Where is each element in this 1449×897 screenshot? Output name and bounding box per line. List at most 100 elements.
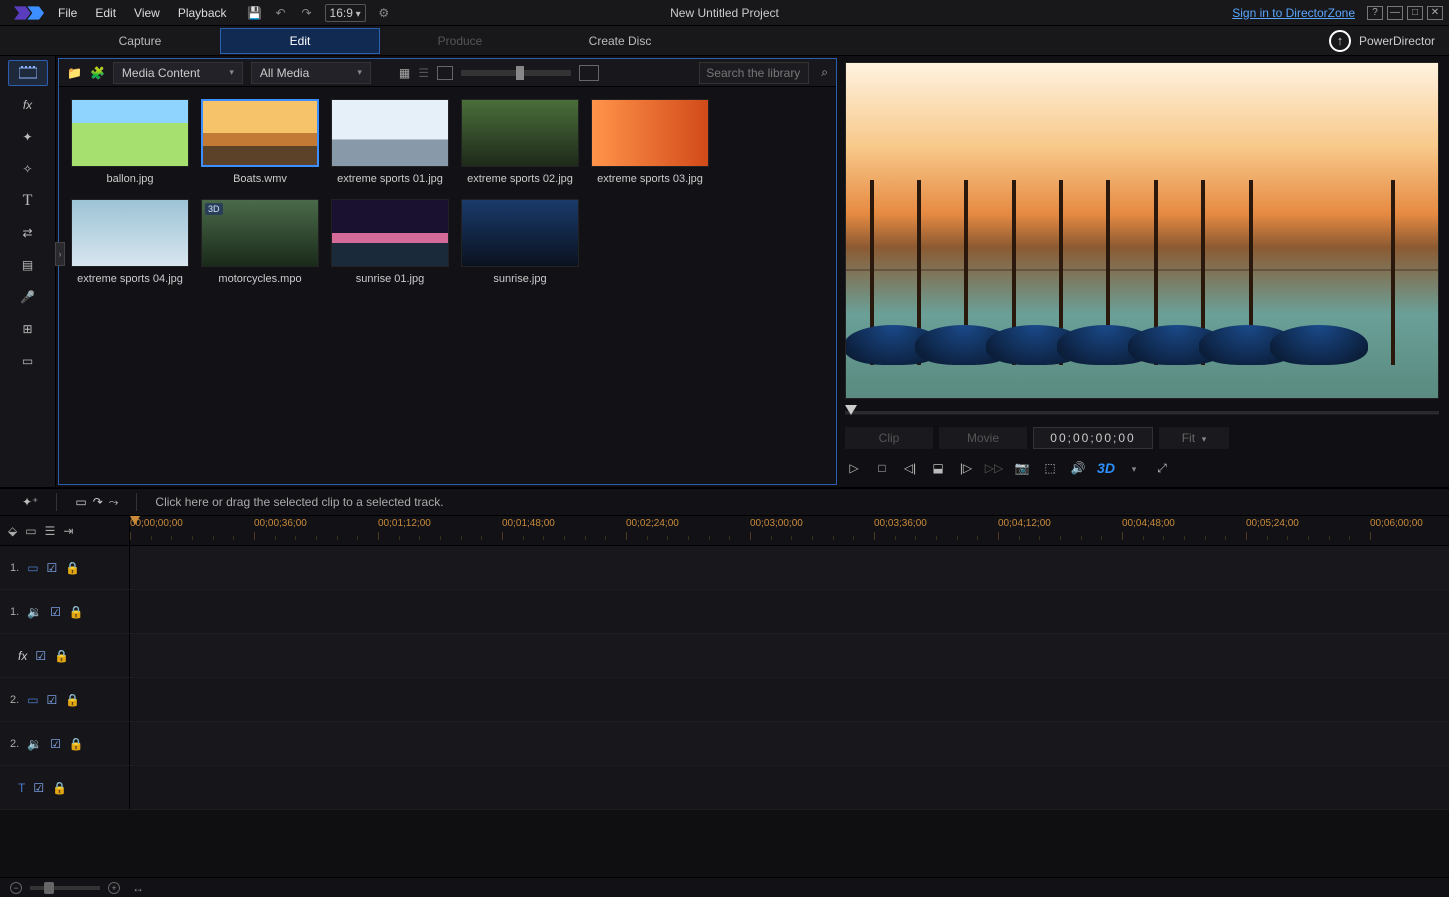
tab-edit[interactable]: Edit <box>220 28 380 54</box>
undock-preview-icon[interactable]: ⤢ <box>1153 459 1171 477</box>
track-lock-icon[interactable]: 🔒 <box>54 649 69 663</box>
redo-icon[interactable]: ↷ <box>299 5 315 21</box>
voiceover-room-icon[interactable]: 🎤 <box>8 284 48 310</box>
track-manager-icon[interactable]: ☰ <box>45 524 56 538</box>
media-clip[interactable]: extreme sports 02.jpg <box>461 99 579 185</box>
preview-canvas[interactable] <box>845 62 1439 399</box>
grid-view-icon[interactable]: ▦ <box>399 66 410 80</box>
tab-capture[interactable]: Capture <box>60 28 220 54</box>
zoom-out-icon[interactable]: − <box>10 882 22 894</box>
track-header[interactable]: 2. 🔉 ☑ 🔒 <box>0 722 130 765</box>
track-lane[interactable] <box>130 678 1449 721</box>
save-icon[interactable]: 💾 <box>247 5 263 21</box>
track-header[interactable]: fx ☑ 🔒 <box>0 634 130 677</box>
timecode-display[interactable]: 00;00;00;00 <box>1033 427 1153 449</box>
particle-room-icon[interactable]: ✧ <box>8 156 48 182</box>
close-icon[interactable]: ✕ <box>1427 6 1443 20</box>
track-lane[interactable] <box>130 546 1449 589</box>
track-header[interactable]: 1. 🔉 ☑ 🔒 <box>0 590 130 633</box>
track-lane[interactable] <box>130 590 1449 633</box>
thumb-small-icon[interactable] <box>437 66 453 80</box>
track-visible-checkbox[interactable]: ☑ <box>50 605 61 619</box>
tab-create-disc[interactable]: Create Disc <box>540 28 700 54</box>
track-visible-checkbox[interactable]: ☑ <box>47 693 58 707</box>
3d-toggle-icon[interactable]: 3D <box>1097 459 1115 477</box>
preview-mode-movie[interactable]: Movie <box>939 427 1027 449</box>
thumb-large-icon[interactable] <box>579 65 599 81</box>
track-visible-checkbox[interactable]: ☑ <box>50 737 61 751</box>
search-input[interactable]: Search the library <box>699 62 809 84</box>
search-icon[interactable]: ⌕ <box>821 65 828 80</box>
media-clip[interactable]: extreme sports 04.jpg <box>71 199 189 285</box>
signin-link[interactable]: Sign in to DirectorZone <box>1232 6 1355 20</box>
media-clip[interactable]: sunrise.jpg <box>461 199 579 285</box>
drag-hint[interactable]: Click here or drag the selected clip to … <box>155 495 443 509</box>
track-visible-checkbox[interactable]: ☑ <box>33 781 44 795</box>
stop-icon[interactable]: □ <box>873 459 891 477</box>
overwrite-mode-icon[interactable]: ↷ <box>93 495 103 509</box>
media-clip[interactable]: extreme sports 01.jpg <box>331 99 449 185</box>
track-lane[interactable] <box>130 766 1449 809</box>
track-lock-icon[interactable]: 🔒 <box>65 693 80 707</box>
play-icon[interactable]: ▷ <box>845 459 863 477</box>
transition-room-icon[interactable]: ⇄ <box>8 220 48 246</box>
fast-forward-icon[interactable]: ▷▷ <box>985 459 1003 477</box>
media-clip[interactable]: ballon.jpg <box>71 99 189 185</box>
media-clip[interactable]: sunrise 01.jpg <box>331 199 449 285</box>
plugin-icon[interactable]: 🧩 <box>90 66 105 80</box>
import-icon[interactable]: 📁 <box>67 66 82 80</box>
media-clip[interactable]: extreme sports 03.jpg <box>591 99 709 185</box>
minimize-icon[interactable]: — <box>1387 6 1403 20</box>
maximize-icon[interactable]: □ <box>1407 6 1423 20</box>
track-visible-checkbox[interactable]: ☑ <box>47 561 58 575</box>
track-lock-icon[interactable]: 🔒 <box>65 561 80 575</box>
menu-playback[interactable]: Playback <box>178 6 227 20</box>
track-visible-checkbox[interactable]: ☑ <box>35 649 46 663</box>
menu-edit[interactable]: Edit <box>95 6 116 20</box>
media-room-icon[interactable] <box>8 60 48 86</box>
zoom-in-icon[interactable]: + <box>108 882 120 894</box>
menu-icon[interactable]: ☰ <box>418 66 429 80</box>
next-frame-icon[interactable]: |▷ <box>957 459 975 477</box>
aspect-ratio-toggle[interactable]: 16:9 ▾ <box>325 4 366 22</box>
timeline-marker-icon[interactable]: ⬙ <box>8 524 17 538</box>
zoom-slider[interactable] <box>30 886 100 890</box>
track-lock-icon[interactable]: 🔒 <box>52 781 67 795</box>
title-room-icon[interactable]: T <box>8 188 48 214</box>
step-icon[interactable]: ⬓ <box>929 459 947 477</box>
track-header[interactable]: 2. ▭ ☑ 🔒 <box>0 678 130 721</box>
subtitle-room-icon[interactable]: ▭ <box>8 348 48 374</box>
insert-mode-icon[interactable]: ▭ <box>75 495 86 509</box>
volume-icon[interactable]: 🔊 <box>1069 459 1087 477</box>
snap-icon[interactable]: ⇥ <box>63 524 73 538</box>
help-icon[interactable]: ? <box>1367 6 1383 20</box>
undo-icon[interactable]: ↶ <box>273 5 289 21</box>
media-clip[interactable]: Boats.wmv <box>201 99 319 185</box>
pip-room-icon[interactable]: ✦ <box>8 124 48 150</box>
library-category-dropdown[interactable]: Media Content▾ <box>113 62 243 84</box>
track-header[interactable]: 1. ▭ ☑ 🔒 <box>0 546 130 589</box>
preview-options-icon[interactable] <box>1125 459 1143 477</box>
chapter-room-icon[interactable]: ⊞ <box>8 316 48 342</box>
library-filter-dropdown[interactable]: All Media▾ <box>251 62 371 84</box>
preview-scrubber[interactable] <box>845 405 1439 421</box>
track-lane[interactable] <box>130 634 1449 677</box>
audio-mixing-room-icon[interactable]: ▤ <box>8 252 48 278</box>
preview-mode-clip[interactable]: Clip <box>845 427 933 449</box>
track-lock-icon[interactable]: 🔒 <box>69 605 84 619</box>
preview-quality-icon[interactable]: ⬚ <box>1041 459 1059 477</box>
track-lock-icon[interactable]: 🔒 <box>69 737 84 751</box>
menu-view[interactable]: View <box>134 6 160 20</box>
fit-timeline-icon[interactable]: ↔ <box>132 881 144 895</box>
snapshot-icon[interactable]: 📷 <box>1013 459 1031 477</box>
magic-tools-icon[interactable]: ✦⁺ <box>22 495 38 509</box>
timeline-ruler[interactable]: 00;00;00;0000;00;36;0000;01;12;0000;01;4… <box>130 516 1449 545</box>
track-lane[interactable] <box>130 722 1449 765</box>
timeline-view-icon[interactable]: ▭ <box>25 524 36 538</box>
track-header[interactable]: T ☑ 🔒 <box>0 766 130 809</box>
tab-produce[interactable]: Produce <box>380 28 540 54</box>
thumb-size-slider[interactable] <box>461 70 571 76</box>
media-clip[interactable]: 3Dmotorcycles.mpo <box>201 199 319 285</box>
menu-file[interactable]: File <box>58 6 77 20</box>
prev-frame-icon[interactable]: ◁| <box>901 459 919 477</box>
